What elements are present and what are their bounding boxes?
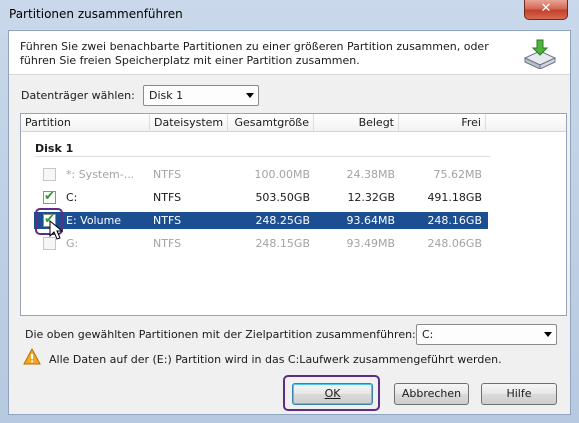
column-header-used[interactable]: Belegt <box>314 114 399 132</box>
cell-used: 93.64MB <box>346 214 395 227</box>
disk-select[interactable]: Disk 1 <box>143 85 259 106</box>
window-title: Partitionen zusammenführen <box>9 7 183 21</box>
merge-disk-icon <box>523 39 557 69</box>
column-header-free[interactable]: Frei <box>399 114 486 132</box>
cell-used: 12.32GB <box>347 191 395 204</box>
column-header-row: Partition Dateisystem Gesamtgröße Belegt… <box>21 114 566 132</box>
column-header-partition[interactable]: Partition <box>21 114 150 132</box>
checkmark-icon: ✔ <box>44 189 55 204</box>
chevron-down-icon <box>246 93 254 98</box>
cell-partition: G: <box>66 237 79 250</box>
cell-free: 491.18GB <box>427 191 482 204</box>
table-row: *: System-... NTFS 100.00MB 24.38MB 75.6… <box>21 166 566 183</box>
cell-free: 248.06GB <box>427 237 482 250</box>
description-text: Führen Sie zwei benachbarte Partitionen … <box>20 40 489 67</box>
cell-used: 93.49MB <box>346 237 395 250</box>
merge-partitions-dialog: Partitionen zusammenführen ✕ Führen Sie … <box>0 0 579 423</box>
cell-partition: E: Volume <box>66 214 122 227</box>
cancel-button[interactable]: Abbrechen <box>394 383 469 405</box>
dialog-body: Führen Sie zwei benachbarte Partitionen … <box>8 30 571 415</box>
target-partition-select[interactable]: C: <box>416 324 557 345</box>
disk-select-value: Disk 1 <box>149 89 184 102</box>
row-checkbox <box>43 237 56 250</box>
cell-partition: C: <box>66 191 78 204</box>
cell-used: 24.38MB <box>346 168 395 181</box>
warning-icon <box>23 348 41 365</box>
help-button[interactable]: Hilfe <box>481 383 557 405</box>
cancel-button-label: Abbrechen <box>401 387 462 400</box>
disk-select-label: Datenträger wählen: <box>21 89 135 102</box>
cell-filesystem: NTFS <box>153 214 182 227</box>
cell-total: 503.50GB <box>255 191 310 204</box>
column-header-total[interactable]: Gesamtgröße <box>228 114 314 132</box>
cell-total: 248.15GB <box>255 237 310 250</box>
cell-partition: *: System-... <box>66 168 135 181</box>
ok-button[interactable]: OK <box>292 383 373 405</box>
row-checkbox <box>43 168 56 181</box>
table-row[interactable]: ✔ C: NTFS 503.50GB 12.32GB 491.18GB <box>21 189 566 206</box>
cell-filesystem: NTFS <box>153 191 182 204</box>
cell-filesystem: NTFS <box>153 237 182 250</box>
table-row: G: NTFS 248.15GB 93.49MB 248.06GB <box>21 235 566 252</box>
cell-free: 75.62MB <box>433 168 482 181</box>
close-button[interactable]: ✕ <box>524 0 568 20</box>
cell-free: 248.16GB <box>427 214 482 227</box>
warning-message: Alle Daten auf der (E:) Partition wird i… <box>49 353 502 366</box>
description-panel: Führen Sie zwei benachbarte Partitionen … <box>9 31 570 75</box>
row-checkbox[interactable]: ✔ <box>43 189 56 204</box>
target-partition-value: C: <box>422 328 434 341</box>
title-bar: Partitionen zusammenführen ✕ <box>0 0 579 28</box>
table-row-selected[interactable]: ✔ E: Volume NTFS 248.25GB 93.64MB 248.16… <box>21 212 566 229</box>
help-button-label: Hilfe <box>506 387 532 400</box>
cell-total: 248.25GB <box>255 214 310 227</box>
chevron-down-icon <box>544 332 552 337</box>
group-header: Disk 1 <box>35 142 74 155</box>
column-header-filesystem[interactable]: Dateisystem <box>150 114 228 132</box>
partition-list: Partition Dateisystem Gesamtgröße Belegt… <box>20 113 567 316</box>
group-divider <box>35 156 490 157</box>
cell-filesystem: NTFS <box>153 168 182 181</box>
cell-total: 100.00MB <box>254 168 310 181</box>
target-partition-label: Die oben gewählten Partitionen mit der Z… <box>25 328 416 341</box>
ok-button-label: OK <box>324 387 341 400</box>
